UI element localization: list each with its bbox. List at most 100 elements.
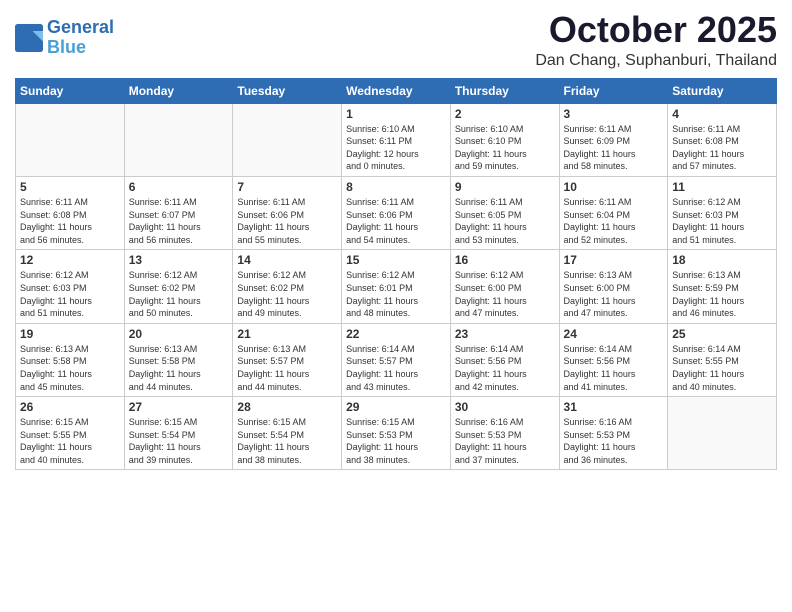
table-row: 3Sunrise: 6:11 AM Sunset: 6:09 PM Daylig… [559, 103, 668, 176]
table-row: 17Sunrise: 6:13 AM Sunset: 6:00 PM Dayli… [559, 250, 668, 323]
table-row: 13Sunrise: 6:12 AM Sunset: 6:02 PM Dayli… [124, 250, 233, 323]
table-row: 23 Sunrise: 6:14 AM Sunset: 5:56 PM Dayli… [450, 323, 559, 396]
table-row: 6 Sunrise: 6:11 AM Sunset: 6:07 PM Daylig… [124, 176, 233, 249]
table-row: 11Sunrise: 6:12 AM Sunset: 6:03 PM Dayli… [668, 176, 777, 249]
month-title: October 2025 [535, 10, 777, 50]
table-row [16, 103, 125, 176]
day-number: 25 [672, 327, 772, 341]
day-info: Sunrise: 6:11 AM Sunset: 6:06 PM Dayligh… [346, 196, 446, 246]
day-number: 8 [346, 180, 446, 194]
col-saturday: Saturday [668, 78, 777, 103]
day-number: 11 [672, 180, 772, 194]
day-number: 7 [237, 180, 337, 194]
table-row: 29 Sunrise: 6:15 AM Sunset: 5:53 PM Dayli… [342, 397, 451, 470]
logo-line1: General [47, 17, 114, 37]
day-info: Sunrise: 6:16 AM Sunset: 5:53 PM Dayligh… [455, 416, 555, 466]
day-info: Sunrise: 6:11 AM Sunset: 6:06 PM Dayligh… [237, 196, 337, 246]
calendar-week-row: 19 Sunrise: 6:13 AM Sunset: 5:58 PM Dayli… [16, 323, 777, 396]
logo: General Blue [15, 18, 114, 58]
day-info: Sunrise: 6:11 AM Sunset: 6:07 PM Dayligh… [129, 196, 229, 246]
day-number: 31 [564, 400, 664, 414]
day-info: Sunrise: 6:13 AM Sunset: 5:59 PM Dayligh… [672, 269, 772, 319]
col-thursday: Thursday [450, 78, 559, 103]
table-row: 10 Sunrise: 6:11 AM Sunset: 6:04 PM Dayli… [559, 176, 668, 249]
day-number: 10 [564, 180, 664, 194]
day-number: 1 [346, 107, 446, 121]
table-row: 5Sunrise: 6:11 AM Sunset: 6:08 PM Daylig… [16, 176, 125, 249]
calendar: Sunday Monday Tuesday Wednesday Thursday… [15, 78, 777, 471]
table-row: 24 Sunrise: 6:14 AM Sunset: 5:56 PM Dayli… [559, 323, 668, 396]
table-row: 18 Sunrise: 6:13 AM Sunset: 5:59 PM Dayli… [668, 250, 777, 323]
table-row: 2Sunrise: 6:10 AM Sunset: 6:10 PM Daylig… [450, 103, 559, 176]
logo-icon [15, 24, 43, 52]
day-info: Sunrise: 6:12 AM Sunset: 6:02 PM Dayligh… [237, 269, 337, 319]
day-number: 4 [672, 107, 772, 121]
calendar-week-row: 5Sunrise: 6:11 AM Sunset: 6:08 PM Daylig… [16, 176, 777, 249]
day-number: 15 [346, 253, 446, 267]
table-row: 21 Sunrise: 6:13 AM Sunset: 5:57 PM Dayli… [233, 323, 342, 396]
table-row: 30Sunrise: 6:16 AM Sunset: 5:53 PM Dayli… [450, 397, 559, 470]
table-row: 4 Sunrise: 6:11 AM Sunset: 6:08 PM Daylig… [668, 103, 777, 176]
day-number: 23 [455, 327, 555, 341]
day-info: Sunrise: 6:15 AM Sunset: 5:54 PM Dayligh… [129, 416, 229, 466]
day-number: 2 [455, 107, 555, 121]
day-number: 19 [20, 327, 120, 341]
table-row [124, 103, 233, 176]
day-info: Sunrise: 6:12 AM Sunset: 6:02 PM Dayligh… [129, 269, 229, 319]
day-info: Sunrise: 6:14 AM Sunset: 5:56 PM Dayligh… [455, 343, 555, 393]
title-area: October 2025 Dan Chang, Suphanburi, Thai… [535, 10, 777, 70]
page-header: General Blue October 2025 Dan Chang, Sup… [15, 10, 777, 70]
day-info: Sunrise: 6:13 AM Sunset: 5:58 PM Dayligh… [129, 343, 229, 393]
day-info: Sunrise: 6:14 AM Sunset: 5:55 PM Dayligh… [672, 343, 772, 393]
day-number: 28 [237, 400, 337, 414]
day-info: Sunrise: 6:11 AM Sunset: 6:04 PM Dayligh… [564, 196, 664, 246]
table-row: 7 Sunrise: 6:11 AM Sunset: 6:06 PM Daylig… [233, 176, 342, 249]
logo-line2: Blue [47, 37, 86, 57]
day-number: 26 [20, 400, 120, 414]
table-row: 26Sunrise: 6:15 AM Sunset: 5:55 PM Dayli… [16, 397, 125, 470]
weekday-header-row: Sunday Monday Tuesday Wednesday Thursday… [16, 78, 777, 103]
day-number: 22 [346, 327, 446, 341]
day-number: 24 [564, 327, 664, 341]
table-row: 14 Sunrise: 6:12 AM Sunset: 6:02 PM Dayli… [233, 250, 342, 323]
day-info: Sunrise: 6:14 AM Sunset: 5:56 PM Dayligh… [564, 343, 664, 393]
table-row [233, 103, 342, 176]
calendar-week-row: 1 Sunrise: 6:10 AM Sunset: 6:11 PM Daylig… [16, 103, 777, 176]
location-title: Dan Chang, Suphanburi, Thailand [535, 52, 777, 70]
table-row: 12 Sunrise: 6:12 AM Sunset: 6:03 PM Dayli… [16, 250, 125, 323]
col-friday: Friday [559, 78, 668, 103]
day-info: Sunrise: 6:11 AM Sunset: 6:08 PM Dayligh… [672, 123, 772, 173]
day-info: Sunrise: 6:13 AM Sunset: 6:00 PM Dayligh… [564, 269, 664, 319]
day-info: Sunrise: 6:15 AM Sunset: 5:53 PM Dayligh… [346, 416, 446, 466]
day-info: Sunrise: 6:12 AM Sunset: 6:03 PM Dayligh… [20, 269, 120, 319]
day-info: Sunrise: 6:12 AM Sunset: 6:00 PM Dayligh… [455, 269, 555, 319]
calendar-week-row: 26Sunrise: 6:15 AM Sunset: 5:55 PM Dayli… [16, 397, 777, 470]
day-info: Sunrise: 6:11 AM Sunset: 6:09 PM Dayligh… [564, 123, 664, 173]
day-info: Sunrise: 6:15 AM Sunset: 5:54 PM Dayligh… [237, 416, 337, 466]
table-row: 9Sunrise: 6:11 AM Sunset: 6:05 PM Daylig… [450, 176, 559, 249]
day-info: Sunrise: 6:13 AM Sunset: 5:58 PM Dayligh… [20, 343, 120, 393]
calendar-week-row: 12 Sunrise: 6:12 AM Sunset: 6:03 PM Dayli… [16, 250, 777, 323]
col-monday: Monday [124, 78, 233, 103]
day-info: Sunrise: 6:13 AM Sunset: 5:57 PM Dayligh… [237, 343, 337, 393]
day-number: 12 [20, 253, 120, 267]
table-row [668, 397, 777, 470]
day-number: 27 [129, 400, 229, 414]
day-info: Sunrise: 6:14 AM Sunset: 5:57 PM Dayligh… [346, 343, 446, 393]
day-number: 16 [455, 253, 555, 267]
day-number: 6 [129, 180, 229, 194]
table-row: 8 Sunrise: 6:11 AM Sunset: 6:06 PM Daylig… [342, 176, 451, 249]
col-sunday: Sunday [16, 78, 125, 103]
day-number: 14 [237, 253, 337, 267]
table-row: 25 Sunrise: 6:14 AM Sunset: 5:55 PM Dayli… [668, 323, 777, 396]
day-number: 21 [237, 327, 337, 341]
table-row: 20Sunrise: 6:13 AM Sunset: 5:58 PM Dayli… [124, 323, 233, 396]
col-wednesday: Wednesday [342, 78, 451, 103]
table-row: 22 Sunrise: 6:14 AM Sunset: 5:57 PM Dayli… [342, 323, 451, 396]
day-number: 18 [672, 253, 772, 267]
day-info: Sunrise: 6:10 AM Sunset: 6:11 PM Dayligh… [346, 123, 446, 173]
day-number: 29 [346, 400, 446, 414]
table-row: 16 Sunrise: 6:12 AM Sunset: 6:00 PM Dayli… [450, 250, 559, 323]
table-row: 19 Sunrise: 6:13 AM Sunset: 5:58 PM Dayli… [16, 323, 125, 396]
table-row: 28 Sunrise: 6:15 AM Sunset: 5:54 PM Dayli… [233, 397, 342, 470]
